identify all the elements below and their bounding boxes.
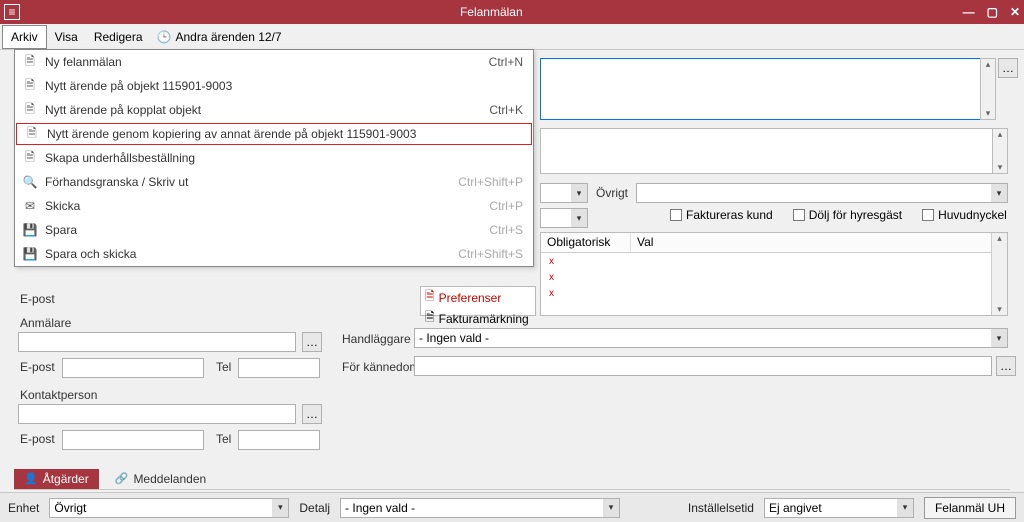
label-kontaktperson: Kontaktperson [20, 388, 97, 402]
scrollbar[interactable]: ▴▾ [991, 233, 1007, 315]
label-detalj: Detalj [299, 501, 330, 515]
mi-forhandsgranska: 🔍 Förhandsgranska / Skriv ut Ctrl+Shift+… [15, 170, 533, 194]
label-tel: Tel [216, 360, 231, 374]
document-icon: 🗎 [21, 148, 39, 169]
label-ovrigt: Övrigt [596, 186, 628, 200]
tree-fakturamarkning[interactable]: 🗎Fakturamärkning [421, 308, 535, 329]
description-more-button[interactable]: … [998, 58, 1018, 78]
chevron-down-icon: ▾ [991, 329, 1007, 347]
label-epost-2: E-post [20, 360, 55, 374]
table-row[interactable]: x [541, 253, 1007, 269]
menu-visa[interactable]: Visa [47, 26, 86, 48]
settings-tree[interactable]: 🗎Preferenser 🗎Fakturamärkning [420, 286, 536, 316]
menu-andra-arenden[interactable]: 🕒 Andra ärenden 12/7 [157, 30, 282, 44]
scrollbar[interactable]: ▴▾ [980, 58, 996, 120]
minimize-button[interactable]: — [963, 5, 975, 19]
chk-dolj[interactable]: Dölj för hyresgäst [793, 208, 902, 222]
print-preview-icon: 🔍 [21, 175, 39, 189]
maximize-button[interactable]: ▢ [987, 5, 998, 19]
menubar: Arkiv Visa Redigera 🕒 Andra ärenden 12/7 [0, 24, 1024, 50]
user-icon: 👤 [24, 472, 38, 485]
chevron-down-icon: ▾ [272, 499, 288, 517]
link-icon: 🔗 [115, 472, 129, 485]
menu-arkiv[interactable]: Arkiv [2, 25, 47, 49]
subcategory-dropdown[interactable]: ▾ [540, 208, 588, 228]
label-epost-3: E-post [20, 432, 55, 446]
installelsetid-dropdown[interactable]: Ej angivet ▾ [764, 498, 914, 518]
table-row[interactable]: x [541, 269, 1007, 285]
for-kannedom-browse-button[interactable]: … [996, 356, 1016, 376]
chevron-down-icon: ▾ [897, 499, 913, 517]
kontaktperson-epost-input[interactable] [62, 430, 204, 450]
label-for-kannedom: För kännedom [342, 360, 419, 374]
col-val: Val [631, 233, 1007, 252]
mi-nytt-objekt[interactable]: 🗎 Nytt ärende på objekt 115901-9003 [15, 74, 533, 98]
kontaktperson-browse-button[interactable]: … [302, 404, 322, 424]
table-row[interactable]: x [541, 285, 1007, 301]
label-enhet: Enhet [8, 501, 39, 515]
mi-skicka: ✉ Skicka Ctrl+P [15, 194, 533, 218]
document-icon: 🗎 [425, 287, 435, 308]
chevron-down-icon: ▾ [571, 209, 587, 227]
mi-nytt-kopplat[interactable]: 🗎 Nytt ärende på kopplat objekt Ctrl+K [15, 98, 533, 122]
handlaggare-dropdown[interactable]: - Ingen vald - ▾ [414, 328, 1008, 348]
app-icon: ≡ [4, 4, 20, 20]
notes-textarea[interactable]: ▴▾ [540, 128, 1008, 174]
anmalare-input[interactable] [18, 332, 296, 352]
label-tel-2: Tel [216, 432, 231, 446]
window-title: Felanmälan [20, 5, 963, 19]
chk-faktureras[interactable]: Faktureras kund [670, 208, 773, 222]
titlebar: ≡ Felanmälan — ▢ ✕ [0, 0, 1024, 24]
save-icon: 💾 [21, 223, 39, 237]
mi-spara: 💾 Spara Ctrl+S [15, 218, 533, 242]
menu-redigera[interactable]: Redigera [86, 26, 151, 48]
tab-atgarder[interactable]: 👤 Åtgärder [14, 469, 99, 489]
for-kannedom-input[interactable] [414, 356, 992, 376]
chk-huvudnyckel[interactable]: Huvudnyckel [922, 208, 1007, 222]
felanmal-uh-button[interactable]: Felanmäl UH [924, 497, 1016, 519]
detalj-dropdown[interactable]: - Ingen vald - ▾ [340, 498, 620, 518]
document-icon: 🗎 [21, 52, 39, 73]
ovrigt-dropdown[interactable]: ▾ [636, 183, 1008, 203]
description-textarea[interactable]: ▴▾ [540, 58, 996, 120]
document-icon: 🗎 [21, 76, 39, 97]
chevron-down-icon: ▾ [603, 499, 619, 517]
tab-meddelanden[interactable]: 🔗 Meddelanden [105, 469, 216, 489]
anmalare-tel-input[interactable] [238, 358, 320, 378]
document-icon: 🗎 [425, 308, 435, 329]
chevron-down-icon: ▾ [991, 184, 1007, 202]
kontaktperson-input[interactable] [18, 404, 296, 424]
anmalare-epost-input[interactable] [62, 358, 204, 378]
category-dropdown[interactable]: ▾ [540, 183, 588, 203]
arkiv-dropdown: 🗎 Ny felanmälan Ctrl+N 🗎 Nytt ärende på … [14, 49, 534, 267]
mi-kopiera-arende[interactable]: 🗎 Nytt ärende genom kopiering av annat ä… [16, 123, 532, 145]
obligatorisk-grid[interactable]: Obligatorisk Val x x x ▴▾ [540, 232, 1008, 316]
save-send-icon: 💾 [21, 247, 39, 261]
close-button[interactable]: ✕ [1010, 5, 1020, 19]
kontaktperson-tel-input[interactable] [238, 430, 320, 450]
col-obligatorisk: Obligatorisk [541, 233, 631, 252]
label-epost: E-post [20, 292, 55, 306]
clock-icon: 🕒 [157, 30, 172, 44]
document-icon: 🗎 [21, 100, 39, 121]
label-installelsetid: Inställelsetid [688, 501, 754, 515]
chevron-down-icon: ▾ [571, 184, 587, 202]
document-icon: 🗎 [23, 124, 41, 145]
label-anmalare: Anmälare [20, 316, 71, 330]
tree-preferenser[interactable]: 🗎Preferenser [421, 287, 535, 308]
footer-bar: Enhet Övrigt ▾ Detalj - Ingen vald - ▾ I… [0, 492, 1024, 522]
mi-underhall[interactable]: 🗎 Skapa underhållsbeställning [15, 146, 533, 170]
mi-spara-skicka: 💾 Spara och skicka Ctrl+Shift+S [15, 242, 533, 266]
send-icon: ✉ [21, 199, 39, 213]
scrollbar[interactable]: ▴▾ [992, 128, 1008, 174]
tabbar: 👤 Åtgärder 🔗 Meddelanden [14, 468, 1010, 490]
mi-ny-felanmalan[interactable]: 🗎 Ny felanmälan Ctrl+N [15, 50, 533, 74]
label-handlaggare: Handläggare [342, 332, 411, 346]
enhet-dropdown[interactable]: Övrigt ▾ [49, 498, 289, 518]
anmalare-browse-button[interactable]: … [302, 332, 322, 352]
